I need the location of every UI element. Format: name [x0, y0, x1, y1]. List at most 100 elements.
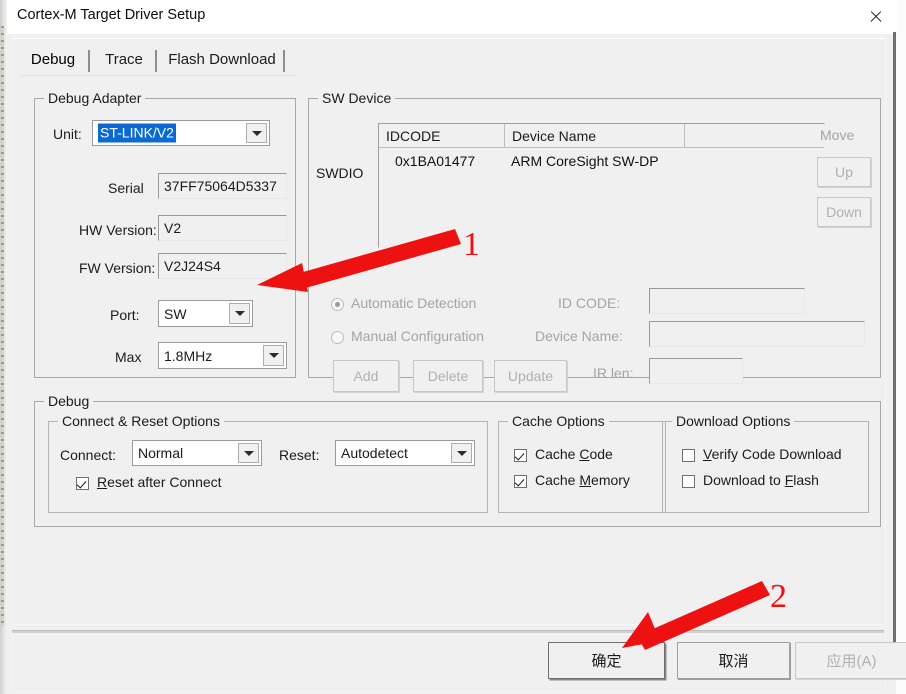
apply-button-label: 应用(A) — [826, 653, 877, 670]
hw-version-label: HW Version: — [79, 222, 157, 238]
swdio-label: SWDIO — [316, 165, 364, 181]
max-clock-combobox[interactable]: 1.8MHz — [158, 342, 287, 369]
chevron-down-icon[interactable] — [451, 443, 472, 463]
id-code-field[interactable] — [649, 288, 805, 314]
ir-len-field[interactable] — [649, 358, 743, 384]
max-label: Max — [115, 349, 142, 365]
download-to-flash-checkbox[interactable] — [682, 475, 695, 488]
tab-separator-3 — [283, 50, 285, 72]
column-header-device-name-label: Device Name — [512, 127, 597, 144]
delete-button-label: Delete — [427, 368, 469, 384]
device-name-field[interactable] — [649, 321, 865, 347]
unit-combobox[interactable]: ST-LINK/V2 — [92, 120, 270, 146]
close-button[interactable] — [852, 0, 898, 32]
ir-len-label: IR len: — [593, 365, 634, 381]
tab-trace[interactable]: Trace — [97, 45, 151, 73]
max-clock-value: 1.8MHz — [164, 347, 213, 364]
chevron-down-icon[interactable] — [246, 123, 267, 143]
port-combobox-value: SW — [164, 305, 187, 322]
reset-label: Reset: — [279, 447, 320, 463]
cache-memory-checkbox[interactable] — [514, 475, 527, 488]
move-down-button[interactable]: Down — [817, 197, 871, 227]
tab-flash-download[interactable]: Flash Download — [164, 45, 280, 73]
title-bar: Cortex-M Target Driver Setup — [7, 0, 898, 34]
annotation-number-1: 1 — [463, 226, 480, 263]
delete-button[interactable]: Delete — [413, 360, 483, 392]
cancel-button[interactable]: 取消 — [677, 642, 790, 679]
column-header-extra[interactable] — [685, 124, 824, 147]
debug-group-title: Debug — [44, 393, 94, 409]
connect-label: Connect: — [60, 447, 117, 463]
port-label: Port: — [110, 307, 140, 323]
port-combobox[interactable]: SW — [158, 300, 253, 327]
close-icon — [869, 10, 882, 23]
automatic-detection-label: Automatic Detection — [351, 295, 477, 311]
cell-idcode: 0x1BA01477 — [395, 153, 476, 169]
column-header-device-name[interactable]: Device Name — [505, 124, 685, 147]
download-to-flash-label: Download to Flash — [703, 472, 819, 488]
column-header-idcode-label: IDCODE — [386, 127, 441, 144]
move-label: Move — [820, 127, 855, 143]
hw-version-value: V2 — [164, 220, 182, 236]
cache-options-group: Cache Options Cache Code Cache Memory — [498, 413, 666, 513]
download-options-group: Download Options Verify Code Download Do… — [662, 413, 869, 513]
cache-code-checkbox[interactable] — [514, 449, 527, 462]
fw-version-value: V2J24S4 — [164, 258, 221, 274]
tab-flash-download-label: Flash Download — [168, 50, 276, 68]
tab-separator-2 — [155, 50, 157, 72]
ok-button[interactable]: 确定 — [548, 642, 665, 679]
window-title: Cortex-M Target Driver Setup — [17, 7, 206, 23]
tab-separator-1 — [88, 50, 90, 72]
chevron-down-icon[interactable] — [263, 345, 284, 366]
fw-version-label: FW Version: — [79, 260, 156, 276]
chevron-down-icon[interactable] — [238, 443, 259, 463]
hw-version-field[interactable]: V2 — [158, 215, 287, 241]
download-options-group-title: Download Options — [672, 413, 795, 429]
serial-label: Serial — [108, 180, 144, 196]
tab-debug[interactable]: Debug — [21, 45, 85, 73]
reset-after-connect-checkbox[interactable] — [76, 477, 89, 490]
background-window-edge-left — [0, 0, 7, 694]
add-button[interactable]: Add — [333, 360, 399, 392]
reset-after-connect-label-rest: eset after Connect — [107, 474, 222, 490]
debug-group: Debug Connect & Reset Options Connect: N… — [34, 393, 881, 527]
manual-configuration-label: Manual Configuration — [351, 328, 485, 344]
background-window-fill-right — [896, 0, 906, 694]
device-table-header: IDCODE Device Name — [379, 124, 824, 148]
verify-code-download-label: Verify Code Download — [703, 446, 842, 462]
reset-combobox-value: Autodetect — [341, 445, 408, 461]
connect-combobox-value: Normal — [138, 445, 184, 461]
unit-combobox-value: ST-LINK/V2 — [98, 123, 176, 143]
verify-code-download-checkbox[interactable] — [682, 449, 695, 462]
annotation-number-2: 2 — [770, 578, 787, 615]
serial-value: 37FF75064D5337 — [164, 178, 277, 194]
dialog-body: Debug Trace Flash Download Debug Adapter… — [7, 34, 906, 694]
debug-adapter-group: Debug Adapter Unit: ST-LINK/V2 Serial 37… — [34, 90, 296, 378]
cache-memory-label: Cache Memory — [535, 472, 630, 488]
dialog-window: Cortex-M Target Driver Setup Debug Trace… — [0, 0, 906, 694]
move-up-button[interactable]: Up — [817, 157, 871, 187]
apply-button[interactable]: 应用(A) — [795, 642, 906, 679]
ok-button-label: 确定 — [591, 653, 622, 670]
connect-reset-options-group: Connect & Reset Options Connect: Normal … — [48, 413, 488, 513]
update-button-label: Update — [507, 368, 554, 384]
fw-version-field[interactable]: V2J24S4 — [158, 253, 287, 279]
sw-device-group: SW Device SWDIO IDCODE Device Name 0x1BA… — [308, 90, 881, 392]
chevron-down-icon[interactable] — [229, 303, 250, 324]
unit-label: Unit: — [53, 126, 82, 142]
device-table[interactable]: IDCODE Device Name 0x1BA01477 ARM CoreSi… — [378, 123, 825, 248]
device-name-label: Device Name: — [535, 328, 623, 344]
serial-field[interactable]: 37FF75064D5337 — [158, 173, 287, 199]
manual-configuration-radio[interactable] — [331, 331, 344, 344]
automatic-detection-radio[interactable] — [331, 298, 344, 311]
reset-combobox[interactable]: Autodetect — [335, 440, 475, 466]
connect-combobox[interactable]: Normal — [132, 440, 262, 466]
update-button[interactable]: Update — [494, 360, 567, 392]
column-header-idcode[interactable]: IDCODE — [379, 124, 505, 147]
add-button-label: Add — [353, 368, 379, 384]
debug-adapter-group-title: Debug Adapter — [44, 90, 146, 106]
reset-after-connect-label: Reset after Connect — [97, 474, 222, 490]
tab-debug-label: Debug — [30, 50, 76, 68]
connect-reset-options-group-title: Connect & Reset Options — [58, 413, 224, 429]
move-up-button-label: Up — [835, 164, 853, 180]
